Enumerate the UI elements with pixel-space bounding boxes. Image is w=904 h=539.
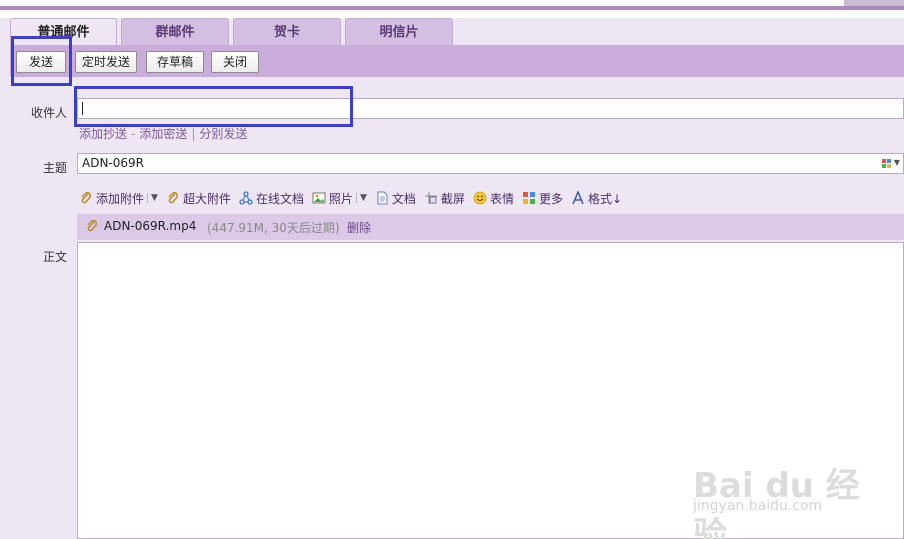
share-icon (239, 191, 253, 205)
attachment-row: ADN-069R.mp4 (447.91M, 30天后过期) 删除 (77, 214, 904, 240)
grid-icon (522, 191, 536, 205)
attachment-toolbar: 添加附件 ▼ 超大附件 在线文档 照片 ▼ 文档 截屏 表情 更多 格式↓ (79, 188, 630, 208)
attachment-meta: (447.91M, 30天后过期) (207, 221, 340, 235)
format-tool[interactable]: 格式↓ (571, 190, 622, 207)
online-doc-tool[interactable]: 在线文档 (239, 190, 304, 207)
photo-tool[interactable]: 照片 ▼ (312, 190, 367, 207)
document-icon (375, 191, 389, 205)
close-button[interactable]: 关闭 (211, 51, 259, 73)
paperclip-icon (166, 191, 180, 205)
chevron-down-icon[interactable]: ▼ (894, 158, 900, 167)
document-label: 文档 (391, 191, 416, 206)
highlight-box-send (11, 36, 72, 86)
add-cc-link[interactable]: 添加抄送 (79, 127, 127, 141)
scheduled-send-button[interactable]: 定时发送 (75, 51, 137, 73)
picture-icon (312, 191, 326, 205)
separate-send-link[interactable]: 分别发送 (199, 127, 247, 141)
subject-label: 主题 (42, 161, 67, 175)
font-icon (571, 190, 585, 205)
emoticon-label: 表情 (489, 191, 514, 206)
chevron-down-icon[interactable]: ▼ (147, 193, 158, 203)
scissors-icon (424, 191, 438, 205)
paperclip-icon (79, 191, 93, 205)
link-separator-dash: - (131, 127, 136, 141)
delete-attachment-link[interactable]: 删除 (347, 219, 371, 236)
link-separator-bar: | (191, 127, 196, 141)
highlight-box-recipient (74, 86, 353, 127)
add-attachment-tool[interactable]: 添加附件 ▼ (79, 190, 158, 207)
tab-greeting-card[interactable]: 贺卡 (233, 18, 341, 45)
chevron-down-icon[interactable]: ▼ (355, 193, 367, 203)
more-label: 更多 (538, 191, 563, 206)
watermark-url: jingyan.baidu.com (693, 498, 823, 514)
tab-group-mail[interactable]: 群邮件 (121, 18, 229, 45)
smiley-icon (473, 191, 487, 205)
recipient-label: 收件人 (30, 106, 67, 120)
attachment-filename: ADN-069R.mp4 (104, 219, 197, 233)
document-tool[interactable]: 文档 (375, 190, 416, 207)
subject-input[interactable]: ADN-069R ▼ (77, 153, 904, 174)
emoticon-tool[interactable]: 表情 (473, 190, 514, 207)
photo-label: 照片 (328, 191, 353, 206)
colorful-grid-icon[interactable] (882, 159, 891, 168)
save-draft-button[interactable]: 存草稿 (146, 51, 204, 73)
more-tool[interactable]: 更多 (522, 190, 563, 207)
screenshot-label: 截屏 (440, 191, 465, 206)
window-top-strip (0, 0, 904, 18)
compose-toolbar: 发送 定时发送 存草稿 关闭 (10, 45, 904, 77)
format-label: 格式↓ (587, 191, 623, 206)
large-attachment-label: 超大附件 (182, 191, 231, 206)
large-attachment-tool[interactable]: 超大附件 (166, 190, 231, 207)
tab-postcard[interactable]: 明信片 (345, 18, 453, 45)
online-doc-label: 在线文档 (255, 191, 304, 206)
subject-value: ADN-069R (82, 156, 144, 170)
baidu-watermark: Bai du 经验 jingyan.baidu.com (693, 440, 893, 539)
recipient-links: 添加抄送 - 添加密送 | 分别发送 (79, 125, 247, 142)
top-corner-decoration (844, 0, 904, 6)
body-label: 正文 (42, 250, 67, 264)
compose-tabs: 普通邮件 群邮件 贺卡 明信片 (10, 18, 457, 45)
paperclip-icon (85, 219, 99, 236)
top-accent-line (0, 6, 904, 10)
screenshot-tool[interactable]: 截屏 (424, 190, 465, 207)
add-bcc-link[interactable]: 添加密送 (139, 127, 187, 141)
add-attachment-label: 添加附件 (96, 191, 145, 206)
